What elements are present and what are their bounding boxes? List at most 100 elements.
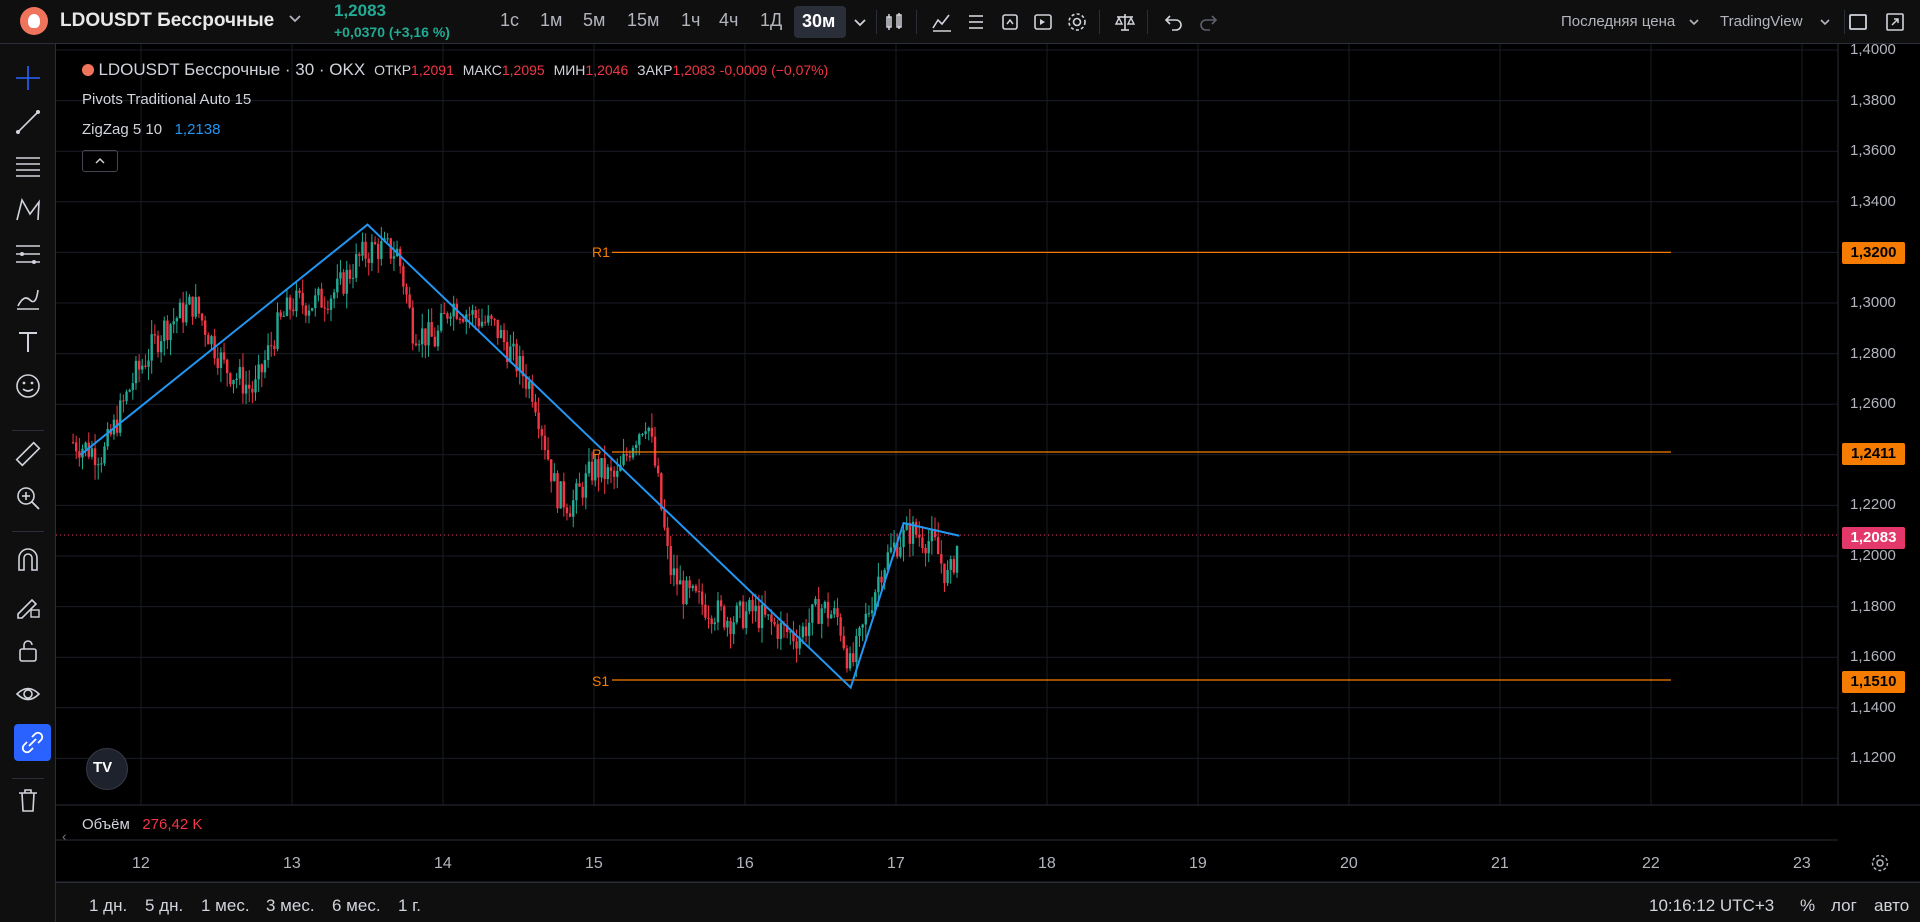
- chevron-down-icon[interactable]: [1815, 12, 1839, 36]
- candle-body: [339, 272, 342, 279]
- candles-icon[interactable]: [882, 10, 906, 34]
- symbol-logo-icon[interactable]: [20, 7, 48, 35]
- clock[interactable]: 10:16:12 UTC+3: [1649, 896, 1774, 916]
- range-6m[interactable]: 6 мес.: [332, 896, 381, 916]
- alert-icon[interactable]: [998, 10, 1022, 34]
- crosshair-icon[interactable]: [14, 64, 42, 92]
- tradingview-logo[interactable]: TV: [86, 748, 128, 790]
- range-1d[interactable]: 1 дн.: [89, 896, 127, 916]
- candle-body: [534, 401, 537, 413]
- percent-toggle[interactable]: %: [1800, 896, 1815, 916]
- range-1y[interactable]: 1 г.: [398, 896, 421, 916]
- timeframe-4h[interactable]: 4ч: [719, 10, 738, 31]
- ruler-icon[interactable]: [14, 440, 42, 468]
- layout-icon[interactable]: [1846, 10, 1870, 34]
- zigzag-legend[interactable]: ZigZag 5 10 1,2138: [82, 121, 220, 138]
- candle-body: [461, 319, 465, 322]
- candle-body: [852, 653, 855, 663]
- candle-body: [704, 604, 707, 618]
- candle-body: [354, 254, 358, 278]
- candle-body: [867, 613, 871, 615]
- candle-body: [358, 254, 361, 256]
- candle-body: [678, 580, 682, 585]
- candle-body: [622, 453, 625, 465]
- price-axis-label: 1,1200: [1850, 749, 1896, 767]
- candle-body: [216, 358, 219, 368]
- chevron-down-icon[interactable]: [1684, 12, 1708, 36]
- pattern-icon[interactable]: [14, 196, 42, 224]
- time-axis-label: 12: [132, 855, 150, 872]
- volume-legend[interactable]: Объём 276,42 K: [82, 816, 202, 833]
- toolbar-divider: [916, 10, 917, 34]
- replay-icon[interactable]: [1031, 10, 1055, 34]
- price-chart[interactable]: [0, 0, 1920, 922]
- log-toggle[interactable]: лог: [1831, 896, 1857, 916]
- gear-icon[interactable]: [1065, 10, 1089, 34]
- redo-icon[interactable]: [1196, 10, 1220, 34]
- range-5d[interactable]: 5 дн.: [145, 896, 183, 916]
- candle-body: [855, 636, 858, 663]
- candle-body: [650, 427, 654, 437]
- candle-body: [656, 465, 660, 474]
- zoom-in-icon[interactable]: [14, 484, 42, 512]
- chevron-down-icon[interactable]: [288, 12, 302, 29]
- time-axis-label: 17: [887, 855, 905, 872]
- range-3m[interactable]: 3 мес.: [266, 896, 315, 916]
- candle-body: [235, 378, 238, 381]
- range-1m[interactable]: 1 мес.: [201, 896, 250, 916]
- auto-toggle[interactable]: авто: [1874, 896, 1909, 916]
- candle-body: [144, 365, 147, 367]
- timeframe-1m[interactable]: 1м: [540, 10, 562, 31]
- candle-body: [584, 473, 588, 498]
- timeframe-active[interactable]: 30м: [794, 6, 846, 38]
- candle-body: [109, 428, 112, 435]
- templates-icon[interactable]: [964, 10, 988, 34]
- magnet-icon[interactable]: [14, 546, 42, 574]
- indicators-icon[interactable]: [930, 10, 954, 34]
- collapse-legend-button[interactable]: [82, 150, 118, 172]
- candle-body: [767, 614, 770, 616]
- candle-body: [814, 598, 817, 605]
- timeframe-1h[interactable]: 1ч: [681, 10, 700, 31]
- chart-settings-gear-icon[interactable]: [1869, 852, 1891, 877]
- chevron-down-icon[interactable]: [848, 10, 872, 34]
- emoji-icon[interactable]: [14, 372, 42, 400]
- trash-icon[interactable]: [14, 786, 42, 814]
- fullscreen-icon[interactable]: [1883, 10, 1907, 34]
- link-button[interactable]: [14, 724, 51, 761]
- candle-body: [515, 343, 518, 372]
- eye-icon[interactable]: [14, 680, 42, 708]
- candle-body: [301, 292, 304, 306]
- timeframe-15m[interactable]: 15м: [627, 10, 659, 31]
- fib-icon[interactable]: [14, 240, 42, 268]
- timeframe-1d[interactable]: 1Д: [760, 10, 782, 31]
- text-icon[interactable]: [14, 328, 42, 356]
- candle-body: [729, 620, 732, 635]
- candle-body: [603, 458, 606, 480]
- candle-body: [606, 467, 610, 480]
- candle-body: [191, 296, 194, 317]
- brush-icon[interactable]: [14, 284, 42, 312]
- lock-icon[interactable]: [14, 636, 42, 664]
- candle-body: [210, 336, 213, 345]
- symbol-name[interactable]: LDOUSDT Бессрочные: [60, 10, 274, 32]
- theme-dropdown[interactable]: TradingView: [1720, 13, 1803, 30]
- trend-line-icon[interactable]: [14, 108, 42, 136]
- price-type-dropdown[interactable]: Последняя цена: [1561, 13, 1675, 30]
- pivots-legend[interactable]: Pivots Traditional Auto 15: [82, 91, 251, 108]
- candle-body: [320, 288, 323, 308]
- candle-body: [181, 302, 185, 323]
- time-axis-label: 13: [283, 855, 301, 872]
- undo-icon[interactable]: [1162, 10, 1186, 34]
- candle-body: [899, 546, 902, 557]
- timeframe-1s[interactable]: 1с: [500, 10, 519, 31]
- parallel-lines-icon[interactable]: [14, 152, 42, 180]
- toolbar-divider: [1844, 10, 1845, 34]
- collapse-toolbar-icon[interactable]: ‹: [62, 828, 67, 844]
- candle-body: [754, 605, 757, 612]
- candle-body: [556, 473, 559, 509]
- scales-icon[interactable]: [1113, 10, 1137, 34]
- pencil-lock-icon[interactable]: [14, 592, 42, 620]
- timeframe-5m[interactable]: 5м: [583, 10, 605, 31]
- candle-body: [106, 428, 109, 447]
